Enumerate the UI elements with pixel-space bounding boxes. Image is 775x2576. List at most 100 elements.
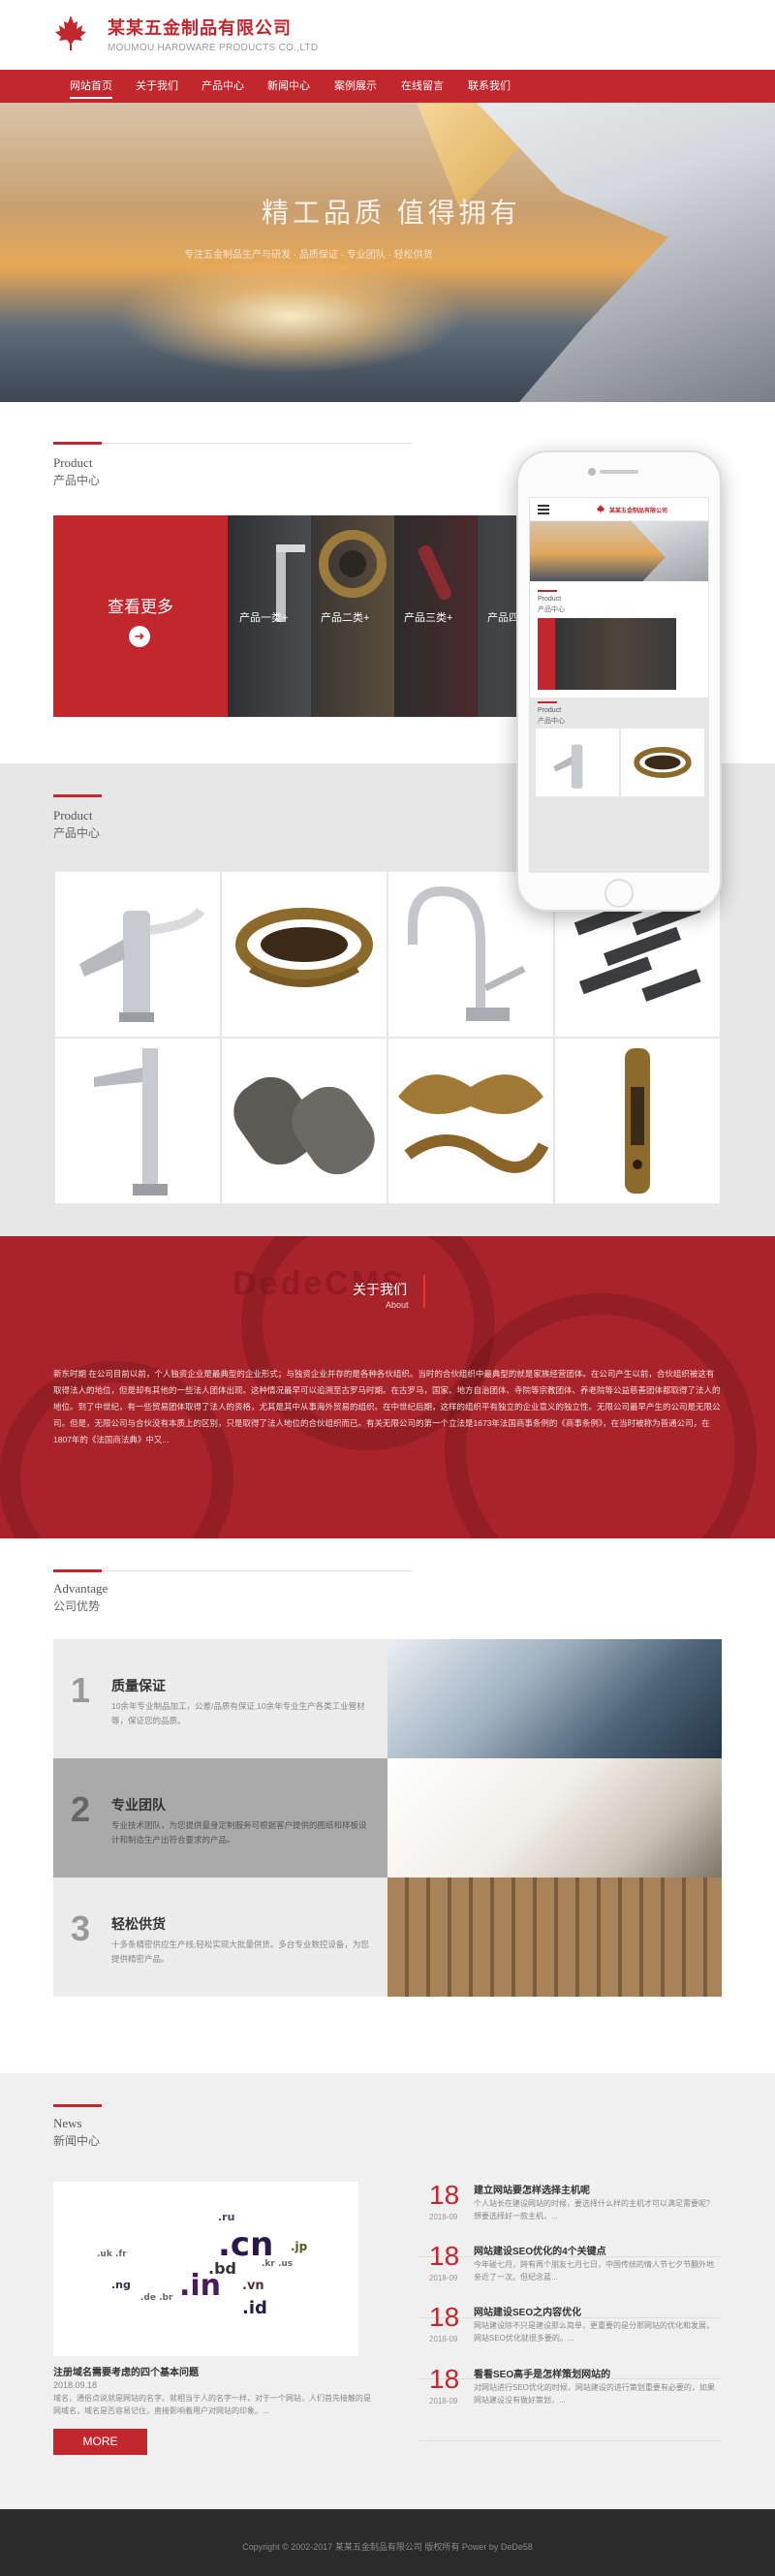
category-tile[interactable]: 产品二类+ xyxy=(311,515,394,717)
news-featured-date: 2018.09.18 xyxy=(53,2380,98,2390)
product-item-ornament[interactable] xyxy=(388,1039,553,1203)
news-featured-image[interactable]: .ru .cn .jp .in .bd .vn .id .ng .uk .fr … xyxy=(53,2182,358,2356)
handle-icon xyxy=(235,908,373,987)
faucet-icon xyxy=(94,1048,168,1195)
news-day: 18 xyxy=(429,2364,460,2394)
hero-banner[interactable]: 精工品质 值得拥有 专注五金制品生产与研发 · 品质保证 · 专业团队 · 轻松… xyxy=(0,103,775,402)
nav-home[interactable]: 网站首页 xyxy=(70,70,112,103)
pipe-icon xyxy=(233,1076,375,1175)
product-item-antique-handle[interactable] xyxy=(222,872,387,1037)
view-more-label[interactable]: 查看更多 xyxy=(53,593,228,617)
product-item-door-lock[interactable] xyxy=(555,1039,720,1203)
faucet-icon xyxy=(553,744,583,789)
category-label: 产品三类+ xyxy=(404,612,453,624)
news-day: 18 xyxy=(429,2241,460,2271)
category-label: 产品四类+ xyxy=(487,612,518,624)
news-summary: 个人站长在建设网站的时候，要选择什么样的主机才可以满足需要呢？想要选择好一款主机… xyxy=(474,2199,714,2220)
mobile-product-handle[interactable] xyxy=(621,729,704,796)
news-title[interactable]: 网站建设SEO之内容优化 xyxy=(474,2304,581,2318)
mobile-header: 某某五金制品有限公司 xyxy=(530,498,708,521)
about-text: 新东时期 在公司目前以前，个人独资企业是最典型的企业形式；与独资企业并存的是各种… xyxy=(53,1369,721,1444)
news-summary: 今年碰七月，跨有再个朋友七月七日，中国传统的情人节七夕节翻外地亲近了一次。但纪念… xyxy=(474,2260,714,2281)
about-title: 关于我们 xyxy=(353,1282,407,1297)
section-rule xyxy=(102,443,412,444)
advantage-image-team xyxy=(388,1758,722,1878)
about-accent-bar xyxy=(423,1275,425,1308)
advantage-desc: 十多条精密供应生产线,轻松实现大批量供货。多台专业数控设备，为您提供精密产品。 xyxy=(111,1940,369,1964)
product-item-faucet[interactable] xyxy=(55,872,220,1037)
news-summary: 对网站进行SEO优化的时候，网站建设的进行策划重要有必要的，如果网站建设没有做好… xyxy=(474,2383,715,2405)
news-day: 18 xyxy=(429,2302,460,2332)
news-featured-summary: 域名，通俗点说就是网站的名字。就相当于人的名字一样，对于一个网站，人们首先接触的… xyxy=(53,2394,371,2415)
category-tile[interactable]: 产品四类+ xyxy=(478,515,518,717)
nav-message[interactable]: 在线留言 xyxy=(401,70,444,103)
news-year-month: 2018-09 xyxy=(429,2335,458,2343)
mobile-view-more[interactable] xyxy=(538,618,555,690)
advantage-title: 专业团队 xyxy=(111,1797,166,1813)
bearing-icon xyxy=(319,530,387,598)
advantage-image-warehouse xyxy=(388,1878,722,1997)
arrow-right-circle-icon[interactable]: ➜ xyxy=(129,626,150,647)
site-header: 某某五金制品有限公司 MOUMOU HARDWARE PRODUCTS CO.,… xyxy=(0,0,775,70)
section-accent-line xyxy=(53,1569,102,1572)
product-item-sensor-faucet[interactable] xyxy=(55,1039,220,1203)
news-summary: 网站建设除不只是建设那么简单，更重要的是分那网站的优化和发展，网站SEO优化就很… xyxy=(474,2321,714,2343)
product-item-pipe-fittings[interactable] xyxy=(222,1039,387,1203)
news-day: 18 xyxy=(429,2180,460,2210)
mobile-hero xyxy=(530,521,708,581)
mobile-category-strip[interactable] xyxy=(555,618,676,690)
advantage-item[interactable]: 1 质量保证 10余年专业制品加工，公差/品质有保证,10余年专业生产各类工业管… xyxy=(53,1639,388,1758)
nav-contact[interactable]: 联系我们 xyxy=(468,70,511,103)
news-year-month: 2018-09 xyxy=(429,2274,458,2282)
advantage-number: 3 xyxy=(71,1909,91,1948)
advantage-image-machinery xyxy=(388,1639,722,1758)
news-title[interactable]: 网站建设SEO优化的4个关键点 xyxy=(474,2243,606,2257)
lock-icon xyxy=(625,1048,650,1194)
news-title-en: News xyxy=(53,2116,82,2130)
nav-products[interactable]: 产品中心 xyxy=(202,70,244,103)
category-tile[interactable]: 产品一类+ xyxy=(228,515,311,717)
main-nav: 网站首页 关于我们 产品中心 新闻中心 案例展示 在线留言 联系我们 xyxy=(0,70,775,103)
maple-leaf-logo-icon[interactable] xyxy=(53,14,88,52)
handle-icon xyxy=(634,746,692,779)
grid-title-cn: 产品中心 xyxy=(53,826,101,840)
news-year-month: 2018-09 xyxy=(429,2397,458,2405)
mobile-product-faucet[interactable] xyxy=(536,729,619,796)
ornament-icon xyxy=(398,1074,549,1173)
product-title-cn: 产品中心 xyxy=(53,474,101,487)
advantage-item[interactable]: 2 专业团队 专业技术团队，为您提供量身定制服务可根据客户提供的图纸和样板设计和… xyxy=(53,1758,388,1878)
mobile-grid-title-cn: 产品中心 xyxy=(538,718,565,725)
advantage-desc: 专业技术团队，为您提供量身定制服务可根据客户提供的图纸和样板设计和制造生产出符合… xyxy=(111,1820,367,1845)
hero-subtitle: 专注五金制品生产与研发 · 品质保证 · 专业团队 · 轻松供货 xyxy=(184,250,433,261)
category-label: 产品二类+ xyxy=(321,612,370,624)
sunset-glow xyxy=(116,258,465,374)
news-title[interactable]: 建立网站要怎样选择主机呢 xyxy=(474,2182,590,2196)
section-accent-line xyxy=(53,442,102,445)
mobile-grid-section: Product 产品中心 xyxy=(530,698,708,872)
news-title[interactable]: 看看SEO高手是怎样策划网站的 xyxy=(474,2366,610,2380)
category-strip: 产品一类+ 产品二类+ 产品三类+ 产品四类+ xyxy=(228,515,518,717)
news-list-item[interactable]: 18 2018-09 看看SEO高手是怎样策划网站的 对网站进行SEO优化的时候… xyxy=(419,2364,722,2441)
phone-mockup: 某某五金制品有限公司 Product 产品中心 Product 产品中心 xyxy=(516,450,722,912)
news-year-month: 2018-09 xyxy=(429,2213,458,2221)
advantage-number: 1 xyxy=(71,1670,91,1710)
advantage-number: 2 xyxy=(71,1789,91,1829)
phone-speaker xyxy=(600,470,638,474)
phone-home-button[interactable] xyxy=(604,879,634,908)
news-featured-title[interactable]: 注册域名需要考虑的四个基本问题 xyxy=(53,2364,199,2378)
section-rule xyxy=(102,1570,412,1571)
category-tile[interactable]: 产品三类+ xyxy=(394,515,478,717)
news-more-button[interactable]: MORE xyxy=(53,2429,147,2455)
nav-cases[interactable]: 案例展示 xyxy=(334,70,377,103)
news-title-cn: 新闻中心 xyxy=(53,2134,101,2148)
product-title-en: Product xyxy=(53,455,93,470)
advantage-item[interactable]: 3 轻松供货 十多条精密供应生产线,轻松实现大批量供货。多台专业数控设备，为您提… xyxy=(53,1878,388,1997)
faucet-icon xyxy=(79,907,205,1022)
nav-about[interactable]: 关于我们 xyxy=(136,70,178,103)
menu-icon[interactable] xyxy=(538,505,549,514)
nav-news[interactable]: 新闻中心 xyxy=(267,70,310,103)
mobile-grid-title-en: Product xyxy=(538,707,562,714)
mobile-accent-line xyxy=(538,590,557,592)
phone-screen: 某某五金制品有限公司 Product 产品中心 Product 产品中心 xyxy=(529,497,709,873)
company-name[interactable]: 某某五金制品有限公司 xyxy=(108,15,292,40)
